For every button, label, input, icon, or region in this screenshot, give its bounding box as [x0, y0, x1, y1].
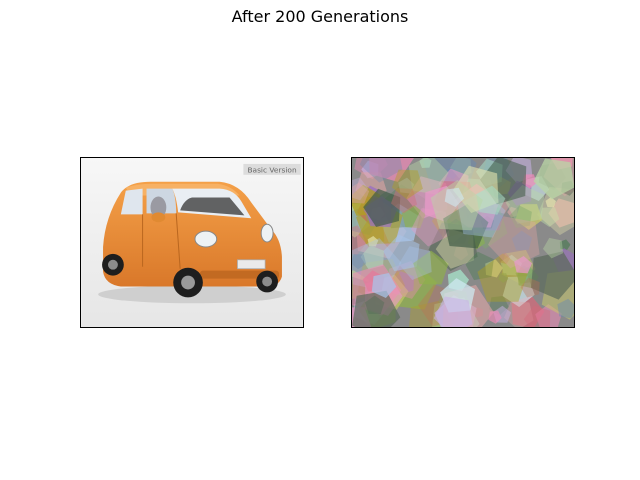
evolved-polygon-image [352, 158, 574, 327]
badge-text: Basic Version [247, 165, 297, 174]
original-car-image: Basic Version [81, 158, 303, 327]
figure-title: After 200 Generations [231, 7, 409, 26]
original-image-panel: Basic Version [80, 157, 304, 328]
evolved-image-panel [351, 157, 575, 328]
